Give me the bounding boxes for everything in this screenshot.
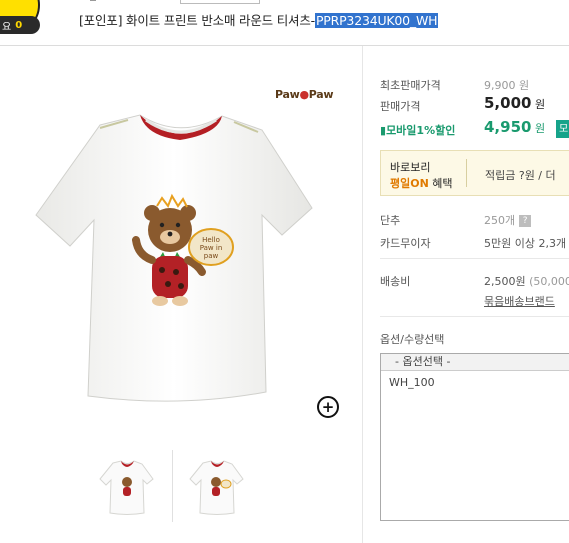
product-info-panel: 최초판매가격 9,900 원 판매가격 5,000 원 ▮모바일1%할인 4,9… xyxy=(370,44,569,543)
mobile-price: 4,950 원 xyxy=(484,118,545,136)
product-title: [포인포] 화이트 프린트 반소매 라운드 티셔츠-PPRP3234UK00_W… xyxy=(79,10,439,29)
zoom-plus-icon[interactable]: + xyxy=(317,396,339,418)
bubble-line-2: Paw in xyxy=(200,244,223,252)
sold-count-value: 250개 xyxy=(484,214,516,227)
like-count-pill[interactable]: 요 0 xyxy=(0,16,40,34)
mobile-price-value: 4,950 xyxy=(484,118,532,136)
benefit-highlight: 평일ON xyxy=(390,177,429,190)
product-title-text: [포인포] 화이트 프린트 반소매 라운드 티셔츠- xyxy=(79,13,315,28)
mobile-discount-text: 모바일1%할인 xyxy=(386,124,456,137)
panel-divider xyxy=(362,46,363,543)
benefit-separator xyxy=(466,159,467,187)
cropped-box xyxy=(180,0,260,4)
sale-price-label: 판매가격 xyxy=(380,100,421,113)
details-divider-1 xyxy=(380,258,569,259)
shipping-fee-value: 2,500원 xyxy=(484,275,526,288)
thumbnail-2[interactable] xyxy=(187,455,247,520)
option-section-label: 옵션/수량선택 xyxy=(380,333,445,346)
sale-price-unit: 원 xyxy=(534,98,546,111)
product-code: PPRP3234UK00_WH xyxy=(314,13,439,28)
option-item[interactable]: WH_100 xyxy=(381,371,569,389)
details-divider-2 xyxy=(380,316,569,317)
bundle-brand-link[interactable]: 묶음배송브랜드 xyxy=(484,293,555,309)
benefit-box: 바로보리 평일ON 혜택 적립금 ?원 / 더 xyxy=(380,150,569,196)
points-info: 적립금 ?원 / 더 xyxy=(485,169,556,182)
benefit-suffix: 혜택 xyxy=(428,177,453,190)
sale-price: 5,000 원 xyxy=(484,94,545,112)
bubble-line-1: Hello xyxy=(202,236,220,244)
sale-price-value: 5,000 xyxy=(484,94,532,112)
shipping-note: (50,000원 xyxy=(529,275,569,288)
mobile-coupon-button[interactable]: 모 xyxy=(556,120,569,138)
card-interest-value: 5만원 이상 2,3개 xyxy=(484,237,567,250)
thumbnail-separator xyxy=(172,450,173,522)
mobile-price-unit: 원 xyxy=(534,122,546,135)
benefit-line-1: 바로보리 xyxy=(390,161,431,174)
brand-logo: Paw●Paw xyxy=(275,88,334,101)
help-icon[interactable]: ? xyxy=(519,215,532,227)
benefit-line-2: 평일ON 혜택 xyxy=(390,175,453,191)
product-main-image[interactable]: Hello Paw in paw xyxy=(0,60,350,430)
shipping-label: 배송비 xyxy=(380,275,411,288)
option-placeholder[interactable]: - 옵션선택 - xyxy=(381,354,569,371)
sold-count-label: 단추 xyxy=(380,214,401,227)
original-price-value: 9,900 원 xyxy=(484,79,530,92)
like-label: 요 xyxy=(2,21,12,33)
thumbnail-1[interactable] xyxy=(97,455,157,520)
sold-count: 250개? xyxy=(484,212,532,228)
like-count: 0 xyxy=(15,19,23,31)
option-select-box[interactable]: - 옵션선택 - WH_100 xyxy=(380,353,569,521)
original-price-label: 최초판매가격 xyxy=(380,79,441,92)
bubble-line-3: paw xyxy=(204,252,219,260)
mobile-discount-label: ▮모바일1%할인 xyxy=(380,122,455,138)
card-interest-label: 카드무이자 xyxy=(380,237,431,250)
shipping-fee: 2,500원 (50,000원 xyxy=(484,273,569,289)
cropped-line xyxy=(90,0,96,1)
